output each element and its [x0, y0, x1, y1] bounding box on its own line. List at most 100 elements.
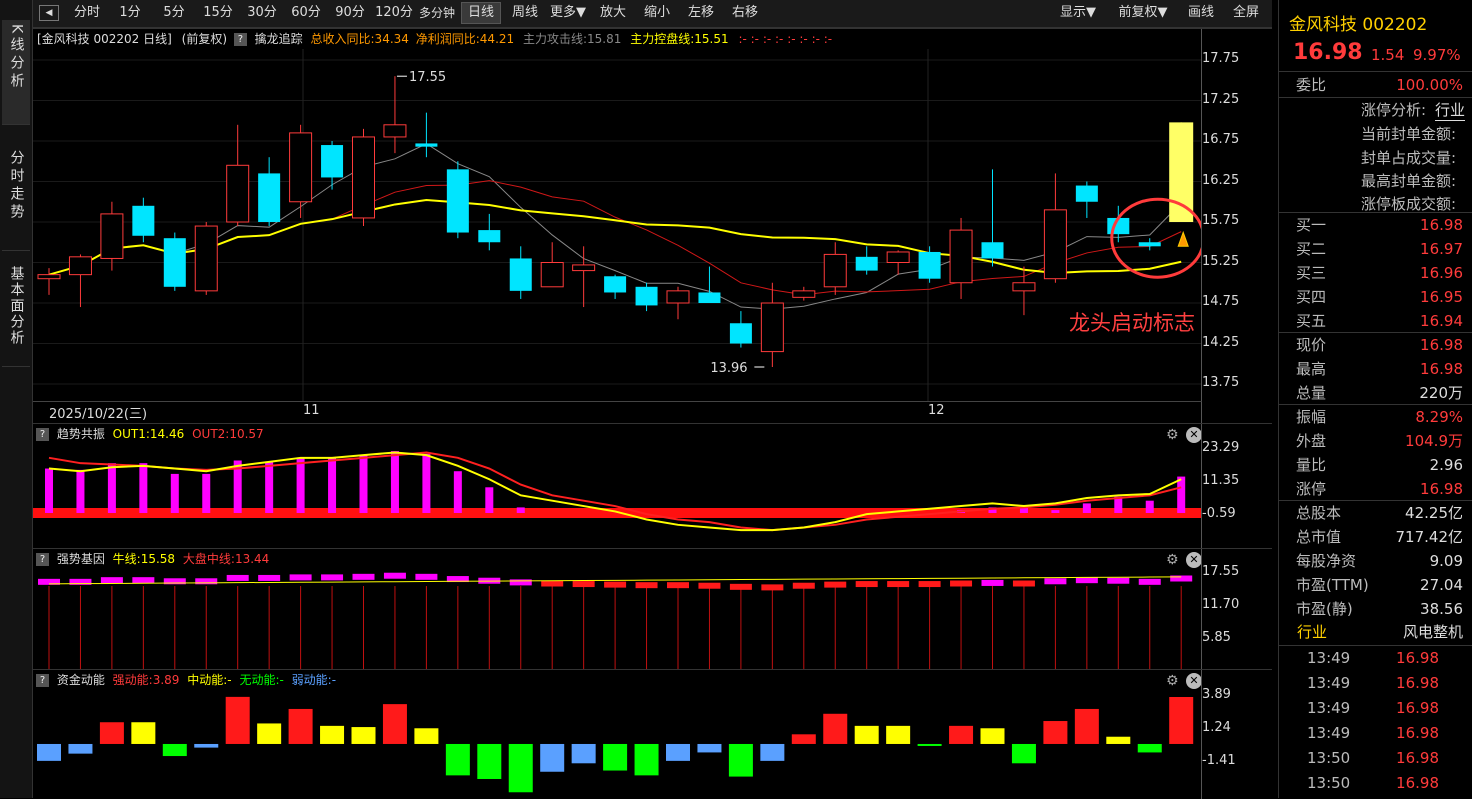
tab-1min[interactable]: 1分	[113, 3, 147, 23]
quote-row-label: 市盈(静)	[1296, 600, 1353, 618]
gene-block	[509, 579, 532, 586]
tab-kline-analysis[interactable]: K线分析	[2, 20, 30, 125]
tick-time: 13:49	[1307, 699, 1351, 717]
quote-row-value: 16.97	[1420, 240, 1463, 258]
ind1-ytick-2: -0.59	[1202, 506, 1236, 521]
tab-kline-label: K线分析	[8, 24, 25, 92]
quote-row: 买四 16.95	[1279, 285, 1472, 309]
tab-120min[interactable]: 120分	[373, 3, 415, 23]
candle-down	[415, 143, 438, 147]
tick-time: 13:50	[1307, 749, 1351, 767]
display-dropdown[interactable]: 显示▼	[1055, 3, 1101, 23]
adjust-dropdown[interactable]: 前复权▼	[1115, 3, 1171, 23]
more-dropdown[interactable]: 更多▼	[547, 3, 589, 23]
gene-block	[604, 581, 627, 588]
ind1-chart	[33, 451, 1202, 532]
gene-block	[258, 574, 281, 581]
tab-daily[interactable]: 日线	[461, 2, 501, 24]
zt-title: 涨停分析:	[1361, 101, 1427, 119]
trend-bar	[422, 453, 431, 513]
pct-change: 9.97%	[1413, 46, 1461, 64]
quote-row-label: 买二	[1296, 240, 1327, 258]
tick-row: 13:49 16.98	[1279, 721, 1472, 745]
zt-item-2: 最高封单金额:	[1361, 172, 1457, 190]
kline-chart[interactable]: 17.55 13.96	[33, 29, 1202, 423]
quote-row: 市盈(TTM) 27.04	[1279, 573, 1472, 597]
quote-row-label: 买四	[1296, 288, 1327, 306]
quote-row-label: 涨停	[1296, 480, 1327, 498]
tab-60min[interactable]: 60分	[287, 3, 325, 23]
quote-row: 量比 2.96	[1279, 453, 1472, 477]
quote-row-label: 量比	[1296, 456, 1327, 474]
momentum-bar	[99, 722, 124, 744]
momentum-bar	[886, 725, 911, 744]
ind2-ytick-1: 11.70	[1202, 597, 1240, 612]
zoom-out-button[interactable]: 缩小	[639, 3, 675, 23]
annotation-text: 龙头启动标志	[1069, 311, 1195, 335]
capital-momentum-panel: ? 资金动能 强动能:3.89 中动能:- 无动能:- 弱动能:- ⚙ ✕ 3.…	[33, 669, 1272, 799]
industry-row[interactable]: 行业 风电整机	[1279, 620, 1472, 644]
tab-90min[interactable]: 90分	[331, 3, 369, 23]
weibi-label: 委比	[1296, 76, 1327, 94]
low-label: 13.96	[710, 361, 747, 376]
candle-down	[478, 230, 501, 243]
fullscreen-button[interactable]: 全屏	[1227, 3, 1265, 23]
ma20-line	[48, 198, 1182, 276]
momentum-bar	[445, 743, 470, 776]
tick-time: 13:49	[1307, 674, 1351, 692]
trend-bar	[390, 451, 399, 513]
candle-up	[68, 256, 92, 276]
gene-block	[792, 582, 815, 589]
gene-block	[541, 580, 564, 587]
gene-block	[981, 579, 1004, 586]
momentum-bar	[1074, 708, 1099, 744]
ind2-chart	[38, 572, 1193, 669]
move-left-button[interactable]: 左移	[683, 3, 719, 23]
price-tick: 15.75	[1202, 213, 1240, 228]
tab-fenshi[interactable]: 分时	[67, 3, 107, 23]
momentum-bar	[477, 743, 502, 779]
quote-row-label: 外盘	[1296, 432, 1327, 450]
candle-up	[352, 136, 375, 219]
momentum-bar	[194, 743, 219, 748]
quote-row-value: 38.56	[1420, 600, 1463, 618]
tab-intraday-label: 分时走势	[8, 150, 25, 222]
momentum-bar	[1043, 721, 1068, 744]
tab-5min[interactable]: 5分	[157, 3, 191, 23]
tab-weekly[interactable]: 周线	[507, 3, 543, 23]
candle-up	[289, 132, 313, 203]
quote-row: 最高 16.98	[1279, 357, 1472, 381]
gene-block	[1075, 577, 1098, 584]
quote-row-value: 16.98	[1420, 360, 1463, 378]
tab-30min[interactable]: 30分	[243, 3, 281, 23]
gene-block	[1107, 577, 1130, 584]
tick-price: 16.98	[1396, 774, 1439, 792]
rocket-icon	[1177, 230, 1189, 247]
tab-15min[interactable]: 15分	[199, 3, 237, 23]
tick-row: 13:49 16.98	[1279, 696, 1472, 720]
momentum-bar	[162, 743, 187, 757]
zt-tag[interactable]: 行业	[1435, 99, 1466, 121]
candle-up	[194, 225, 218, 292]
zoom-in-button[interactable]: 放大	[595, 3, 631, 23]
move-right-button[interactable]: 右移	[727, 3, 763, 23]
tab-intraday[interactable]: 分时走势	[2, 146, 30, 251]
momentum-bar	[571, 743, 596, 764]
collapse-icon[interactable]: ◀	[39, 5, 59, 21]
tab-multi-min[interactable]: 多分钟	[417, 3, 457, 23]
candle-down	[258, 173, 281, 222]
quote-row-label: 买三	[1296, 264, 1327, 282]
candle-up	[572, 264, 596, 272]
candle-down	[1138, 242, 1161, 247]
quote-row-value: 104.9万	[1405, 432, 1463, 450]
candle-up	[226, 164, 250, 223]
draw-button[interactable]: 画线	[1183, 3, 1219, 23]
kline-panel: [金风科技 002202 日线] (前复权) ? 擒龙追踪 总收入同比:34.3…	[33, 28, 1272, 423]
tab-fundamentals[interactable]: 基本面分析	[2, 262, 30, 367]
gene-block	[352, 573, 375, 580]
gene-block	[132, 577, 155, 584]
momentum-bar	[414, 728, 439, 744]
quote-row-value: 16.94	[1420, 312, 1463, 330]
candle-up	[540, 262, 564, 288]
price-tick: 13.75	[1202, 375, 1240, 390]
